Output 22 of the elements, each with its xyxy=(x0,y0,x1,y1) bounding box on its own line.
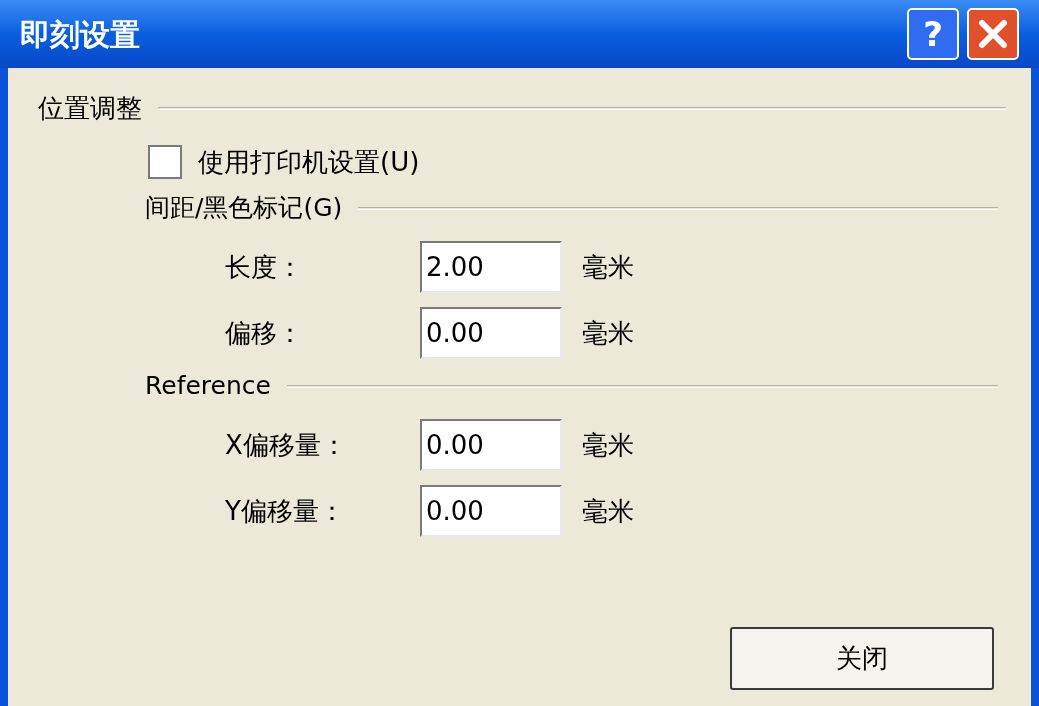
checkbox[interactable] xyxy=(148,145,182,179)
group-title: Reference xyxy=(145,370,271,403)
input-field[interactable]: 0.00 xyxy=(420,419,562,471)
field-label: 偏移： xyxy=(225,316,304,350)
group-title: 间距/黑色标记(G) xyxy=(145,192,343,225)
unit-label: 毫米 xyxy=(582,316,634,350)
field-label: X偏移量： xyxy=(225,428,348,462)
input-field[interactable]: 0.00 xyxy=(420,307,562,359)
section-title: 位置调整 xyxy=(38,91,142,125)
window-title: 即刻设置 xyxy=(20,15,141,54)
field-label: Y偏移量： xyxy=(225,494,346,528)
unit-label: 毫米 xyxy=(582,494,634,528)
unit-label: 毫米 xyxy=(582,428,634,462)
field-label: 长度： xyxy=(225,250,304,284)
input-field[interactable]: 0.00 xyxy=(420,485,562,537)
help-button[interactable]: ? xyxy=(907,8,959,60)
close-button[interactable] xyxy=(967,8,1019,60)
checkbox-label: 使用打印机设置(U) xyxy=(198,145,420,179)
unit-label: 毫米 xyxy=(582,250,634,284)
close-dialog-button[interactable]: 关闭 xyxy=(730,627,994,690)
input-field[interactable]: 2.00 xyxy=(420,241,562,293)
close-icon xyxy=(978,19,1008,49)
